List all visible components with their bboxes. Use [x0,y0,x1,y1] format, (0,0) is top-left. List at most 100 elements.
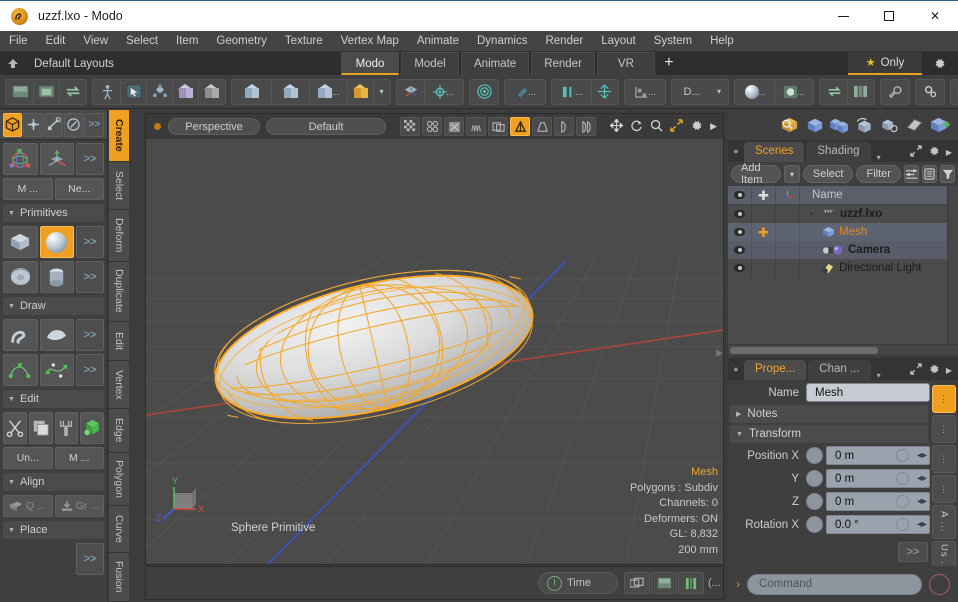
copy-icon[interactable] [28,412,53,444]
pvtab-0[interactable]: ⋮ [932,385,956,413]
cube-primitive-icon[interactable] [3,226,38,258]
rotation-x-knob[interactable] [896,518,909,531]
props-play-arrow-icon[interactable]: ▶ [946,366,952,375]
position-x-input[interactable]: 0 m ◂▸ [826,446,930,465]
menu-texture[interactable]: Texture [276,31,332,52]
panel-icon[interactable] [952,80,958,104]
only-toggle-button[interactable]: ★ Only [848,52,922,75]
close-button[interactable]: ✕ [912,1,958,32]
pages-icon[interactable] [576,117,596,136]
scissors-icon[interactable] [3,412,27,444]
pvtab-a[interactable]: A ... [932,505,956,539]
transform-m-button[interactable]: M ... [3,178,53,200]
vtab-polygon[interactable]: Polygon [109,453,129,507]
layout-tab-modo[interactable]: Modo [341,52,399,75]
add-item-button[interactable]: Add Item [731,162,782,186]
pvtab-3[interactable]: ⋮ [932,475,956,503]
light-triangle-icon[interactable] [510,117,530,136]
edit-undo-button[interactable]: Un... [3,447,53,469]
menu-edit[interactable]: Edit [37,31,75,52]
layout-tab-animate[interactable]: Animate [461,52,530,75]
viewport-expand-arrow-icon[interactable]: ▶ [716,347,723,358]
cube-item-gold-icon[interactable] [347,79,373,104]
tab-channels[interactable]: Chan ... [808,360,871,380]
menu-select[interactable]: Select [117,31,167,52]
table-row[interactable]: Directional Light [728,259,958,277]
position-z-knob[interactable] [896,495,909,508]
merge-green-icon[interactable] [80,412,104,444]
scenes-gear-icon[interactable] [928,145,940,160]
rotation-x-input[interactable]: 0.0 ° ◂▸ [826,515,930,534]
row-transform-toggle[interactable] [776,205,800,223]
section-primitives[interactable]: ▼ Primitives [3,204,104,222]
primitives-more-1-button[interactable]: >> [76,226,104,258]
cube-edge-icon[interactable] [271,79,309,104]
cubes-duplicate-icon[interactable] [827,113,852,138]
table-row[interactable]: ▼ uzzf.lxo [728,205,958,223]
add-layout-tab-button[interactable]: + [657,52,681,75]
polygon-mode-icon[interactable] [43,112,64,137]
dropdown-d-icon[interactable]: D... [673,80,711,104]
center-target-icon[interactable]: ... [424,79,462,104]
row-lock-toggle[interactable] [752,259,776,277]
layout-panel-icon[interactable] [651,572,677,594]
viewport-3d[interactable]: Perspective Default ▶ Y X Z Sphere Primi… [145,113,724,565]
layout-tab-model[interactable]: Model [401,52,459,75]
vtab-fusion[interactable]: Fusion [109,553,129,602]
time-control[interactable]: Time [538,572,618,594]
action-center-icon[interactable] [591,79,617,104]
vtab-vertex[interactable]: Vertex [109,360,129,410]
position-y-channel-toggle[interactable] [806,470,823,487]
workplane-icon[interactable]: ... [626,80,664,104]
gears-icon[interactable] [917,80,943,104]
camera-frustum-icon[interactable] [532,117,552,136]
position-x-stepper[interactable]: ◂▸ [917,450,927,461]
row-visibility-toggle[interactable] [728,241,752,259]
list-view-icon[interactable] [921,165,937,183]
pen-draw-icon[interactable] [3,319,38,351]
rotate-orbit-icon[interactable] [630,119,643,135]
rotate-gizmo-icon[interactable] [3,143,38,175]
record-circle-icon[interactable] [929,573,950,595]
pvtab-2[interactable]: ⋮ [932,445,956,473]
draw-more-1-button[interactable]: >> [76,319,104,351]
left-mode-more-button[interactable]: >> [84,112,105,137]
add-item-caret-icon[interactable]: ▾ [784,165,800,183]
item-mode-cube-icon[interactable] [3,112,23,137]
shade-box-icon[interactable] [444,117,464,136]
rotation-x-channel-toggle[interactable] [806,516,823,533]
symmetry-icon[interactable]: ... [553,80,591,104]
cube-settings-icon[interactable] [877,113,902,138]
tab-properties[interactable]: Prope... [744,360,807,380]
menu-system[interactable]: System [645,31,701,52]
section-edit[interactable]: ▼ Edit [3,390,104,408]
select-arrow-icon[interactable] [120,79,146,104]
filter-button[interactable]: Filter [856,165,901,183]
tabstrip-caret-icon[interactable]: ▾ [877,153,881,162]
falloff-radial-icon[interactable] [471,80,497,104]
checker-pattern-icon[interactable] [400,117,420,136]
scenes-play-arrow-icon[interactable]: ▶ [946,148,952,157]
row-lock-toggle[interactable]: ✚ [752,223,776,241]
cube-vertex-icon[interactable] [233,80,271,104]
edit-m-button[interactable]: M ... [54,447,104,469]
cylinder-primitive-icon[interactable] [39,261,74,293]
chevron-down-icon[interactable]: ▼ [808,211,815,218]
tabstrip-handle-icon[interactable]: ● [728,140,744,162]
menu-item[interactable]: Item [167,31,207,52]
layout-split-vertical-icon[interactable] [33,79,59,104]
vertex-mode-icon[interactable] [23,112,43,137]
position-x-knob[interactable] [896,449,909,462]
row-visibility-toggle[interactable] [728,259,752,277]
tab-scenes[interactable]: Scenes [744,142,805,162]
element-move-icon[interactable] [146,79,172,104]
section-transform[interactable]: ▼ Transform [730,425,928,443]
name-input[interactable]: Mesh [806,383,930,402]
paste-brush-icon[interactable] [54,412,79,444]
home-up-icon[interactable] [0,52,26,75]
wrench-icon[interactable] [882,80,908,104]
texture-decal-icon[interactable] [488,117,508,136]
position-y-input[interactable]: 0 m ◂▸ [826,469,930,488]
menu-vertex-map[interactable]: Vertex Map [332,31,408,52]
ground-icon[interactable]: Gr ... [54,495,104,517]
